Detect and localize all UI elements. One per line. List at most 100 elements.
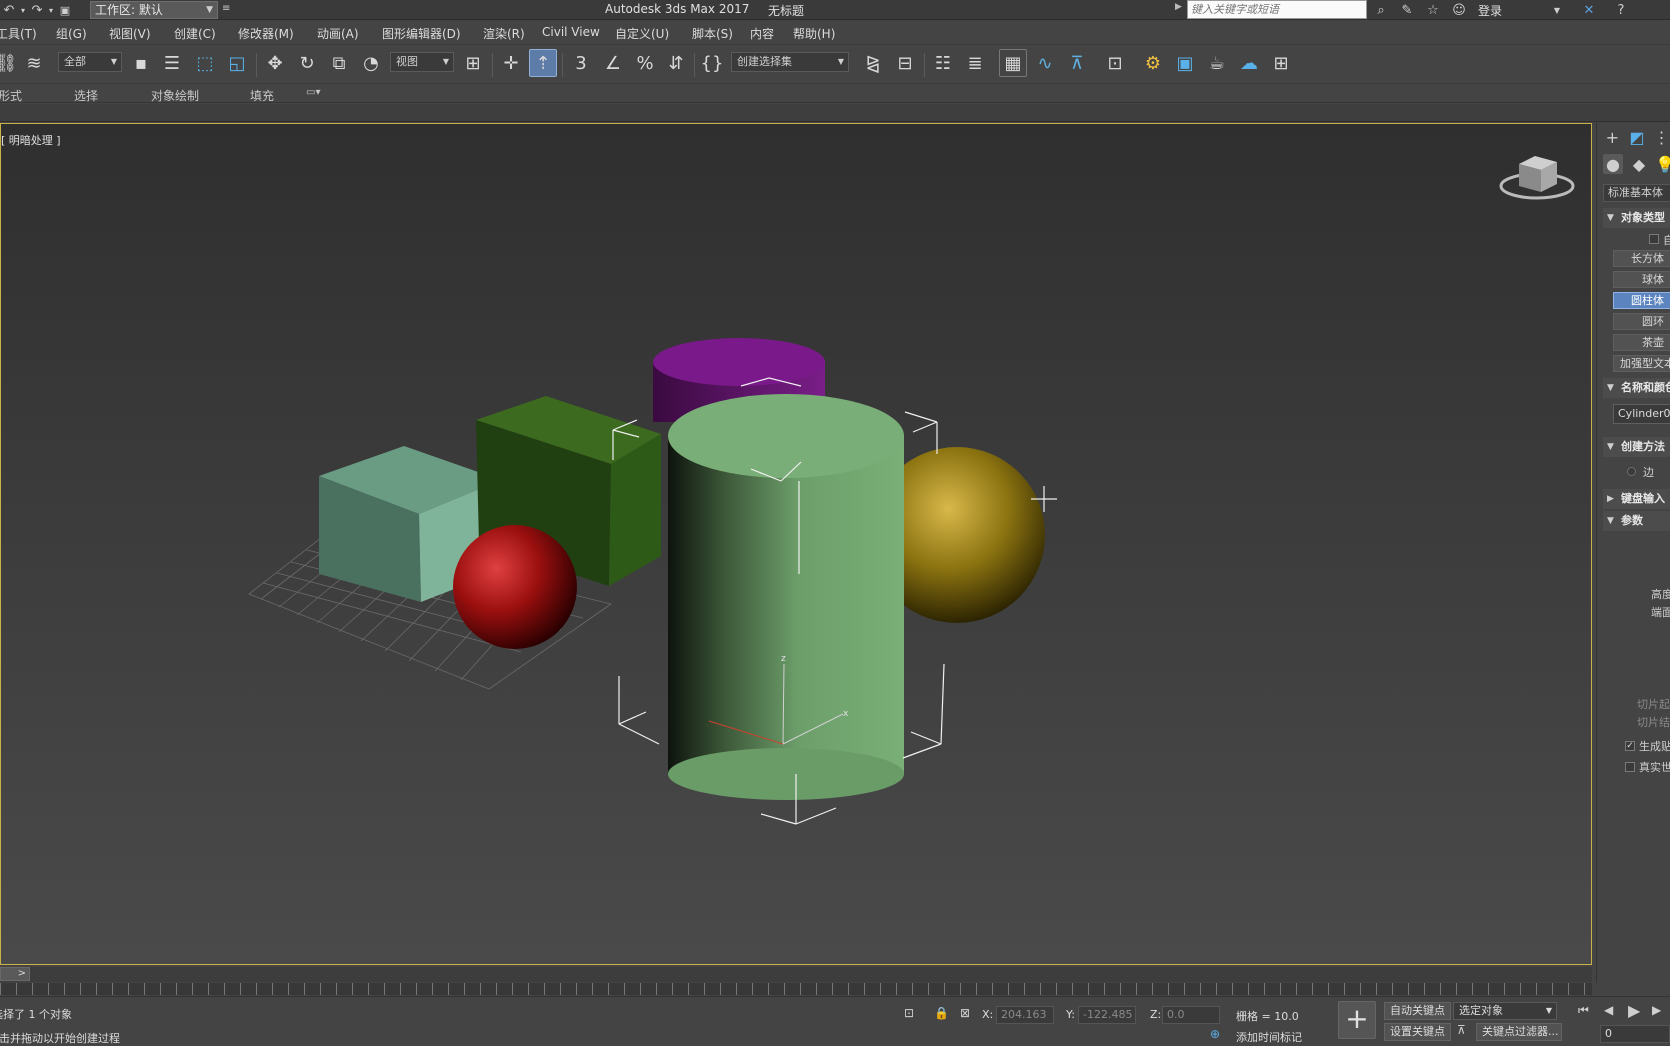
- menu-rendering[interactable]: 渲染(R): [483, 25, 525, 42]
- selection-filter-dropdown[interactable]: 全部 ▼: [58, 52, 122, 72]
- render-setup-icon[interactable]: ⚙: [1139, 49, 1167, 77]
- help-icon[interactable]: ?: [1612, 1, 1630, 19]
- rollout-object-type[interactable]: ▼ 对象类型: [1603, 208, 1670, 228]
- select-rotate-icon[interactable]: ↻: [293, 49, 321, 77]
- select-object-icon[interactable]: ▪: [127, 49, 155, 77]
- login-link[interactable]: 登录: [1478, 2, 1502, 19]
- current-frame-field[interactable]: 0: [1600, 1025, 1670, 1043]
- absolute-mode-icon[interactable]: ⊠: [960, 1006, 970, 1020]
- menu-animation[interactable]: 动画(A): [317, 25, 359, 42]
- spinner-snap-icon[interactable]: ⇵: [662, 49, 690, 77]
- schematic-view-icon[interactable]: ⊼: [1063, 49, 1091, 77]
- set-key-button[interactable]: 设置关键点: [1384, 1023, 1451, 1041]
- edge-radio[interactable]: [1627, 467, 1636, 476]
- play-icon[interactable]: ▶: [1628, 1001, 1640, 1020]
- menu-group[interactable]: 组(G): [56, 25, 87, 42]
- ribbon-toggle-icon[interactable]: ▦: [999, 49, 1027, 77]
- edit-named-selection-icon[interactable]: {}: [698, 49, 726, 77]
- object-name-input[interactable]: Cylinder001: [1613, 404, 1670, 424]
- window-crossing-icon[interactable]: ◱: [223, 49, 251, 77]
- ribbon-tab-freeform[interactable]: 形式: [0, 87, 22, 104]
- percent-snap-icon[interactable]: %: [631, 49, 659, 77]
- communication-icon[interactable]: ✎: [1398, 1, 1416, 19]
- select-place-icon[interactable]: ◔: [357, 49, 385, 77]
- torus-button[interactable]: 圆环: [1613, 313, 1670, 330]
- go-to-start-icon[interactable]: ⏮: [1578, 1003, 1589, 1018]
- bind-space-warp-icon[interactable]: ≋: [20, 49, 48, 77]
- y-coord-field[interactable]: -122.485: [1078, 1006, 1136, 1024]
- textplus-button[interactable]: 加强型文本: [1613, 355, 1670, 372]
- hierarchy-tab-icon[interactable]: ⋮: [1652, 127, 1670, 147]
- user-icon[interactable]: ☺: [1450, 1, 1468, 19]
- next-frame-icon[interactable]: ▶: [1652, 1003, 1661, 1017]
- select-by-name-icon[interactable]: ☰: [158, 49, 186, 77]
- scene-explorer-icon[interactable]: ☷: [929, 49, 957, 77]
- redo-icon[interactable]: ↷: [28, 1, 46, 19]
- menu-tools[interactable]: 工具(T): [0, 25, 37, 42]
- menu-help[interactable]: 帮助(H): [793, 25, 835, 42]
- keyboard-shortcut-override-icon[interactable]: ⇡: [529, 49, 557, 77]
- menu-graph-editors[interactable]: 图形编辑器(D): [382, 25, 461, 42]
- modify-tab-icon[interactable]: ◩: [1628, 127, 1647, 147]
- workspace-menu-icon[interactable]: ≡: [222, 3, 234, 17]
- real-world-checkbox[interactable]: [1625, 762, 1635, 772]
- sphere-button[interactable]: 球体: [1613, 271, 1670, 288]
- key-filters-button[interactable]: 关键点过滤器...: [1476, 1023, 1562, 1041]
- lights-icon[interactable]: 💡: [1655, 154, 1670, 174]
- create-tab-icon[interactable]: +: [1603, 127, 1622, 147]
- x-coord-field[interactable]: 204.163: [996, 1006, 1054, 1024]
- select-manipulate-icon[interactable]: ✛: [497, 49, 525, 77]
- ribbon-tab-populate[interactable]: 填充: [250, 87, 274, 104]
- search-input[interactable]: 键入关键字或短语: [1187, 0, 1367, 19]
- binoculars-icon[interactable]: ⌕: [1372, 1, 1390, 19]
- render-in-cloud-icon[interactable]: ☁: [1235, 49, 1263, 77]
- mirror-icon[interactable]: ⧎: [859, 49, 887, 77]
- isolate-selection-icon[interactable]: ⊡: [904, 1006, 914, 1020]
- teapot-button[interactable]: 茶壶: [1613, 334, 1670, 351]
- geometry-icon[interactable]: ●: [1603, 154, 1623, 174]
- chevron-down-icon[interactable]: ▼: [1548, 1, 1566, 19]
- track-bar[interactable]: [0, 983, 1592, 995]
- workspace-dropdown[interactable]: 工作区: 默认 ▼: [90, 1, 218, 19]
- align-icon[interactable]: ⊟: [891, 49, 919, 77]
- select-move-icon[interactable]: ✥: [261, 49, 289, 77]
- auto-key-button[interactable]: 自动关键点: [1384, 1002, 1451, 1020]
- rollout-keyboard-entry[interactable]: ▶ 键盘输入: [1603, 489, 1670, 509]
- z-coord-field[interactable]: 0.0: [1162, 1006, 1220, 1024]
- set-key-big-icon[interactable]: +: [1338, 1001, 1376, 1039]
- named-selection-dropdown[interactable]: 创建选择集 ▼: [731, 52, 849, 72]
- star-icon[interactable]: ☆: [1424, 1, 1442, 19]
- menu-create[interactable]: 创建(C): [174, 25, 216, 42]
- selected-set-dropdown[interactable]: 选定对象 ▼: [1453, 1002, 1557, 1020]
- undo-icon[interactable]: ↶: [0, 1, 18, 19]
- layer-explorer-icon[interactable]: ≣: [961, 49, 989, 77]
- rollout-name-color[interactable]: ▼ 名称和颜色: [1603, 378, 1670, 398]
- shapes-icon[interactable]: ◆: [1629, 154, 1649, 174]
- dropdown-arrow-icon[interactable]: ▾: [18, 1, 28, 19]
- snaps-toggle-icon[interactable]: 3: [567, 49, 595, 77]
- rollout-parameters[interactable]: ▼ 参数: [1603, 511, 1670, 531]
- render-gallery-icon[interactable]: ⊞: [1267, 49, 1295, 77]
- pivot-center-icon[interactable]: ⊞: [459, 49, 487, 77]
- curve-editor-icon[interactable]: ∿: [1031, 49, 1059, 77]
- menu-scripting[interactable]: 脚本(S): [692, 25, 733, 42]
- object-category-dropdown[interactable]: 标准基本体: [1603, 184, 1670, 202]
- render-production-icon[interactable]: ☕: [1203, 49, 1231, 77]
- menu-customize[interactable]: 自定义(U): [615, 25, 669, 42]
- ribbon-options-icon[interactable]: ▭▾: [306, 87, 320, 98]
- angle-snap-icon[interactable]: ∠: [599, 49, 627, 77]
- perspective-viewport[interactable]: [ 明暗处理 ] z x: [0, 123, 1592, 965]
- time-slider-handle[interactable]: >: [0, 967, 30, 981]
- rollout-creation-method[interactable]: ▼ 创建方法: [1603, 437, 1670, 457]
- menu-views[interactable]: 视图(V): [109, 25, 151, 42]
- dropdown-arrow-icon[interactable]: ▾: [46, 1, 56, 19]
- menu-civil-view[interactable]: Civil View: [542, 25, 600, 39]
- select-scale-icon[interactable]: ⧉: [325, 49, 353, 77]
- time-slider-track[interactable]: [0, 967, 1592, 982]
- ribbon-tab-object-paint[interactable]: 对象绘制: [151, 87, 199, 104]
- exchange-apps-icon[interactable]: ✕: [1580, 1, 1598, 19]
- time-tag-icon[interactable]: ⊕: [1210, 1027, 1220, 1041]
- cylinder-button[interactable]: 圆柱体: [1613, 292, 1670, 309]
- autogrid-checkbox[interactable]: [1649, 234, 1659, 244]
- ribbon-tab-selection[interactable]: 选择: [74, 87, 98, 104]
